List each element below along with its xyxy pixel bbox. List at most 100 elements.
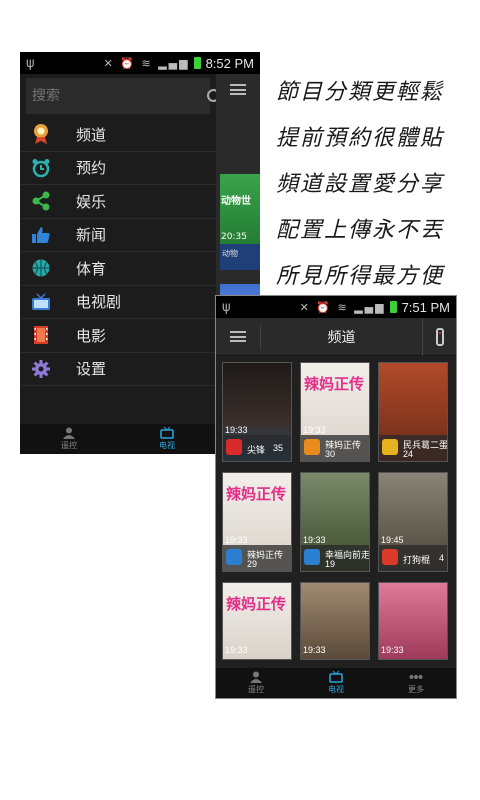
- channel-card[interactable]: 辣妈正传 19:33 辣妈正传 29: [222, 472, 292, 572]
- program-time: 19:33: [225, 425, 248, 435]
- status-bar: ψ ✕ ⏰ ≋ ▂▄▆ 8:52 PM: [20, 52, 260, 74]
- episode-number: 24: [403, 449, 414, 459]
- peek-caption: 动物: [220, 244, 260, 270]
- menu-item-channel[interactable]: 频道: [20, 118, 216, 152]
- channel-logo-icon: [226, 439, 242, 455]
- tv-icon: [160, 427, 174, 439]
- episode-number: 19: [325, 559, 336, 569]
- channel-logo-icon: [382, 439, 398, 455]
- film-icon: [30, 324, 52, 346]
- menu-item-sports[interactable]: 体育: [20, 252, 216, 286]
- bottom-tab-bar: 遥控 电视 更多: [216, 668, 456, 698]
- menu-label: 频道: [76, 125, 107, 144]
- channels-screen: ψ ✕ ⏰ ≋ ▂▄▆ 7:51 PM 频道 19:33 尖锋 35 辣妈正传 …: [216, 296, 456, 698]
- menu-item-news[interactable]: 新闻: [20, 219, 216, 252]
- usb-icon: ψ: [26, 55, 35, 71]
- poster-title: 辣妈正传: [304, 375, 365, 393]
- card-info: 民兵葛二蛋 24: [379, 435, 447, 461]
- poster-title: 辣妈正传: [226, 485, 287, 503]
- channel-logo-icon: [382, 549, 398, 565]
- menu-item-movies[interactable]: 电影: [20, 319, 216, 353]
- tab-label: 遥控: [61, 441, 77, 450]
- channel-card[interactable]: 辣妈正传 19:33: [222, 582, 292, 660]
- bottom-tab-bar: 遥控 电视: [20, 424, 216, 454]
- program-name: 打狗棍: [403, 556, 431, 566]
- episode-number: 29: [247, 559, 258, 569]
- person-icon: [250, 671, 262, 683]
- channel-card[interactable]: 19:45 打狗棍 4: [378, 472, 448, 572]
- episode-number: 35: [273, 443, 284, 453]
- tab-remote[interactable]: 遥控: [216, 668, 296, 698]
- program-time: 19:33: [225, 535, 248, 545]
- menu-item-settings[interactable]: 设置: [20, 353, 216, 386]
- slogan-line: 提前預約很體貼: [276, 126, 445, 151]
- program-time: 19:45: [381, 535, 404, 545]
- remote-icon: [435, 327, 444, 346]
- app-header: 频道: [216, 317, 456, 356]
- share-icon: [30, 190, 52, 212]
- status-icons: ✕ ⏰ ≋ ▂▄▆: [103, 56, 190, 70]
- episode-number: 4: [439, 553, 445, 563]
- menu-item-tv-series[interactable]: 电视剧: [20, 286, 216, 319]
- tv-icon: [30, 291, 52, 313]
- remote-button[interactable]: [422, 317, 456, 356]
- alarm-clock-icon: [30, 157, 52, 179]
- card-info: 尖锋 35: [223, 435, 291, 461]
- channel-logo-icon: [226, 549, 242, 565]
- tab-label: 电视: [159, 441, 175, 450]
- slogan-line: 頻道設置愛分享: [276, 172, 445, 197]
- card-info: 幸福向前走 19: [301, 545, 369, 571]
- channel-medal-icon: [30, 123, 52, 145]
- channel-card[interactable]: 19:33: [378, 582, 448, 660]
- program-time: 19:33: [303, 425, 326, 435]
- channel-card[interactable]: 19:33 幸福向前走 19: [300, 472, 370, 572]
- tv-icon: [329, 671, 343, 683]
- channel-card[interactable]: 19:33: [300, 582, 370, 660]
- card-info: 辣妈正传 29: [223, 545, 291, 571]
- hamburger-icon[interactable]: [230, 331, 246, 342]
- tab-tv[interactable]: 电视: [118, 424, 216, 454]
- search-bar: [26, 78, 220, 114]
- card-info: 辣妈正传 30: [301, 435, 369, 461]
- slogan-line: 所見所得最方便: [276, 264, 445, 289]
- tab-label: 遥控: [248, 685, 264, 694]
- status-time: 8:52 PM: [205, 55, 254, 71]
- tab-remote[interactable]: 遥控: [20, 424, 118, 454]
- page-title: 频道: [327, 329, 356, 346]
- hamburger-icon[interactable]: [230, 84, 246, 95]
- program-time: 19:33: [225, 645, 248, 655]
- usb-icon: ψ: [222, 299, 231, 315]
- menu-item-entertainment[interactable]: 娱乐: [20, 185, 216, 219]
- status-icons: ✕ ⏰ ≋ ▂▄▆: [299, 300, 386, 314]
- gear-icon: [30, 358, 52, 380]
- peek-thumbnail[interactable]: 动物世 20:35 动物: [220, 174, 260, 270]
- tab-tv[interactable]: 电视: [296, 668, 376, 698]
- menu-label: 电影: [76, 326, 107, 345]
- menu-label: 设置: [76, 360, 107, 379]
- tab-more[interactable]: 更多: [376, 668, 456, 698]
- peek-time: 20:35: [221, 232, 247, 242]
- menu-label: 新闻: [76, 226, 107, 245]
- channel-card[interactable]: 民兵葛二蛋 24: [378, 362, 448, 462]
- channel-card[interactable]: 19:33 尖锋 35: [222, 362, 292, 462]
- basketball-icon: [30, 257, 52, 279]
- poster-title: 辣妈正传: [226, 595, 287, 613]
- search-input[interactable]: [32, 88, 206, 104]
- channel-logo-icon: [304, 549, 320, 565]
- menu-label: 电视剧: [76, 293, 122, 312]
- menu-label: 体育: [76, 259, 107, 278]
- battery-icon: [193, 57, 201, 69]
- menu-label: 预约: [76, 159, 107, 178]
- tab-label: 电视: [328, 685, 344, 694]
- menu-item-reservation[interactable]: 预约: [20, 152, 216, 185]
- thumbs-up-icon: [30, 224, 52, 246]
- program-time: 19:33: [381, 645, 404, 655]
- peek-title: 动物世: [221, 196, 251, 207]
- tab-label: 更多: [408, 685, 424, 694]
- more-dots-icon: [409, 675, 423, 679]
- status-bar: ψ ✕ ⏰ ≋ ▂▄▆ 7:51 PM: [216, 296, 456, 318]
- feature-slogans: 節目分類更輕鬆 提前預約很體貼 頻道設置愛分享 配置上傳永不丟 所見所得最方便: [276, 70, 472, 300]
- menu-label: 娱乐: [76, 192, 107, 211]
- channel-card[interactable]: 辣妈正传 19:33 辣妈正传 30: [300, 362, 370, 462]
- card-info: 打狗棍 4: [379, 545, 447, 571]
